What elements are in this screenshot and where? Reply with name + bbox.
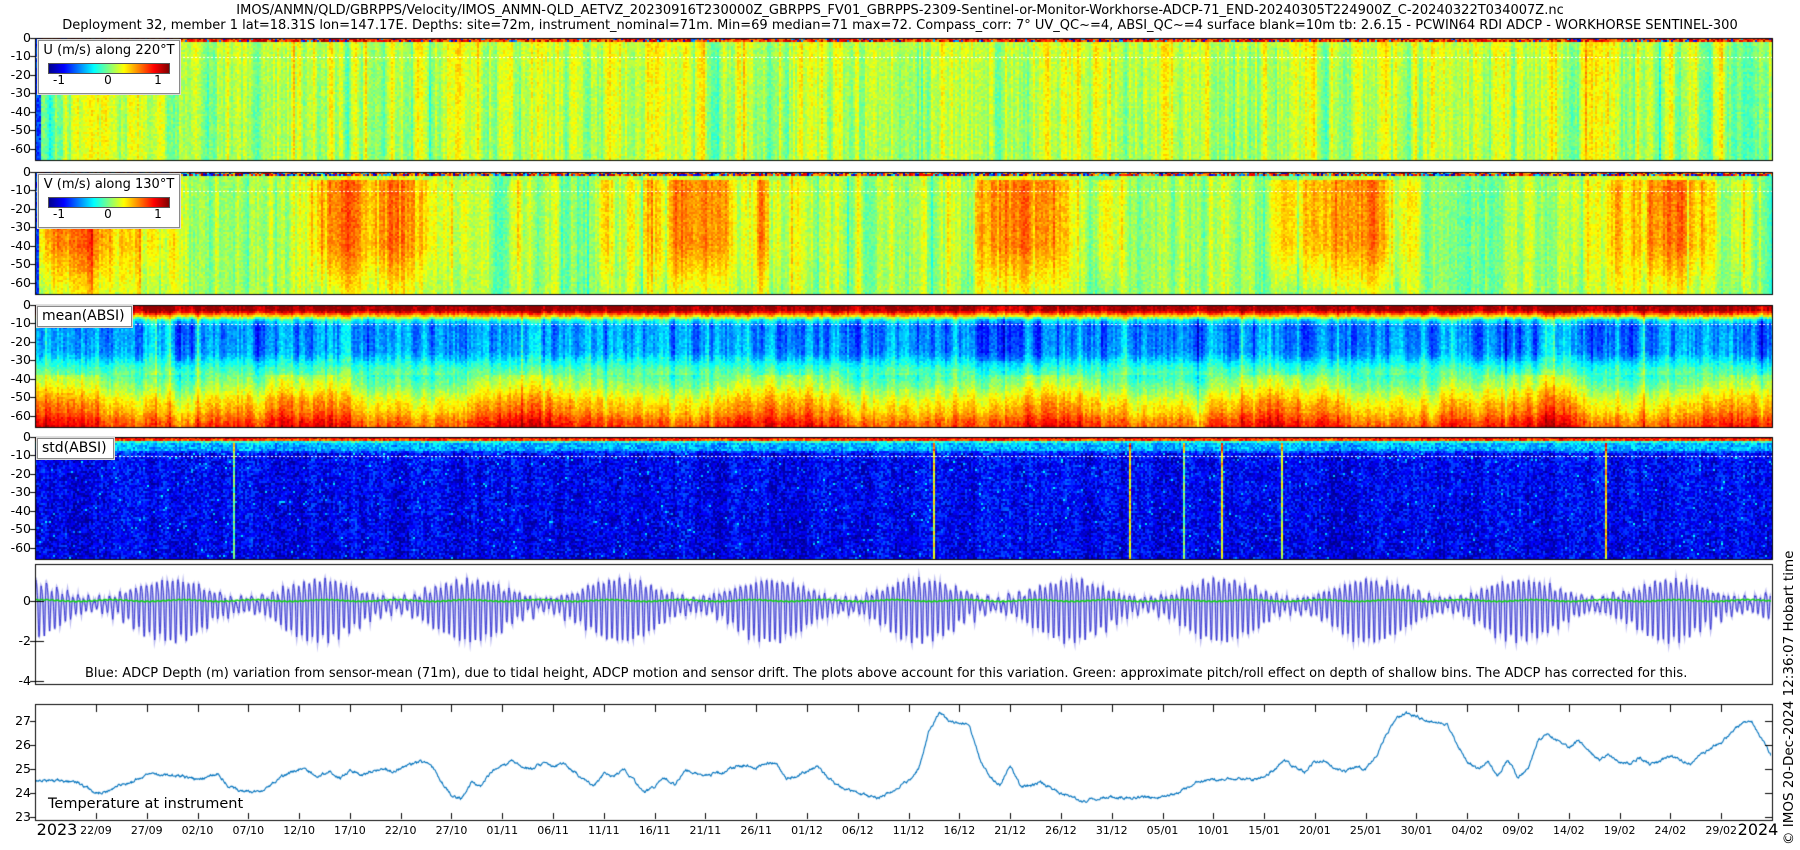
date-tick-label: 27/10	[435, 824, 468, 837]
date-tick-label: 27/09	[130, 824, 163, 837]
v-velocity-legend: V (m/s) along 130°T -1 0 1	[37, 173, 181, 229]
depth-tick-label-p3: -40	[10, 370, 31, 386]
date-tick-label: 05/01	[1146, 824, 1179, 837]
temperature-panel-label: Temperature at instrument	[48, 796, 244, 812]
figure-title-deployment-info: Deployment 32, member 1 lat=18.31S lon=1…	[62, 18, 1738, 33]
temp-tick-label: 24	[15, 784, 31, 800]
depth-tick-label-p4: -20	[10, 465, 31, 481]
figure-title-filename: IMOS/ANMN/QLD/GBRPPS/Velocity/IMOS_ANMN-…	[236, 3, 1564, 18]
depth-tick-label-p2: -30	[10, 219, 31, 235]
depth-tick-label-p1: -10	[10, 48, 31, 64]
date-tick-label: 25/01	[1349, 824, 1382, 837]
imos-watermark: © IMOS 20-Dec-2024 12:36:07 Hobart time	[1781, 550, 1797, 845]
temp-tick-label: 26	[15, 736, 31, 752]
u-colorbar-tick-neg1: -1	[53, 73, 65, 87]
depth-tick-label-p2: -50	[10, 256, 31, 272]
depth-tick-label-p3: 0	[23, 296, 31, 312]
depth-tick-label-p4: -60	[10, 539, 31, 555]
date-tick-label: 17/10	[334, 824, 366, 837]
date-tick-label: 19/02	[1603, 824, 1636, 837]
temp-tick-label: 23	[15, 808, 31, 824]
u-colorbar-tick-1: 1	[154, 73, 162, 87]
date-tick-label: 21/12	[994, 824, 1027, 837]
date-tick-label: 26/11	[740, 824, 773, 837]
depth-tick-label-p1: -20	[10, 66, 31, 82]
depth-tick-label-p1: -50	[10, 122, 31, 138]
std-absi-label: std(ABSI)	[36, 437, 115, 460]
u-legend-title: U (m/s) along 220°T	[43, 43, 175, 58]
depth-variation-annotation: Blue: ADCP Depth (m) variation from sens…	[85, 666, 1688, 681]
v-legend-title: V (m/s) along 130°T	[43, 177, 175, 192]
temp-tick-label: 25	[15, 760, 31, 776]
depth-tick-label-p4: 0	[23, 428, 31, 444]
depth-tick-label-p2: -60	[10, 274, 31, 290]
depthvar-tick-label: -4	[18, 672, 31, 688]
depth-tick-label-p1: -30	[10, 85, 31, 101]
date-tick-label: 31/12	[1095, 824, 1128, 837]
adcp-summary-figure: IMOS/ANMN/QLD/GBRPPS/Velocity/IMOS_ANMN-…	[0, 0, 1800, 850]
date-tick-label: 12/10	[283, 824, 315, 837]
date-tick-label: 24/02	[1654, 824, 1687, 837]
depthvar-tick-label: 0	[23, 592, 31, 608]
depth-tick-label-p2: -20	[10, 200, 31, 216]
date-tick-label: 11/11	[587, 824, 620, 837]
date-tick-label: 14/02	[1552, 824, 1585, 837]
depthvar-tick-label: -2	[18, 632, 31, 648]
date-tick-label: 29/02	[1705, 824, 1738, 837]
year-label-start: 2023	[36, 820, 78, 839]
depth-tick-label-p1: -40	[10, 103, 31, 119]
date-tick-label: 20/01	[1299, 824, 1331, 837]
depth-tick-label-p4: -40	[10, 502, 31, 518]
date-tick-label: 11/12	[892, 824, 925, 837]
depth-tick-label-p3: -50	[10, 389, 31, 405]
year-label-end: 2024	[1737, 820, 1779, 839]
date-tick-label: 16/12	[943, 824, 976, 837]
depth-tick-label-p2: 0	[23, 163, 31, 179]
depth-tick-label-p3: -30	[10, 352, 31, 368]
date-tick-label: 26/12	[1045, 824, 1077, 837]
date-tick-label: 07/10	[232, 824, 265, 837]
v-colorbar-tick-neg1: -1	[53, 207, 65, 221]
date-tick-label: 30/01	[1400, 824, 1433, 837]
date-tick-label: 02/10	[181, 824, 214, 837]
mean-absi-label: mean(ABSI)	[36, 305, 133, 328]
depth-tick-label-p3: -10	[10, 315, 31, 331]
date-tick-label: 22/10	[384, 824, 417, 837]
depth-tick-label-p1: -60	[10, 140, 31, 156]
v-colorbar-tick-0: 0	[104, 207, 112, 221]
plots-canvas	[0, 0, 1800, 850]
temp-tick-label: 27	[15, 712, 31, 728]
date-tick-label: 15/01	[1248, 824, 1280, 837]
v-colorbar-tick-1: 1	[154, 207, 162, 221]
depth-tick-label-p3: -20	[10, 333, 31, 349]
date-tick-label: 04/02	[1451, 824, 1484, 837]
date-tick-label: 01/11	[486, 824, 519, 837]
depth-tick-label-p2: -40	[10, 237, 31, 253]
date-tick-label: 06/12	[841, 824, 874, 837]
date-tick-label: 21/11	[689, 824, 722, 837]
date-tick-label: 16/11	[638, 824, 671, 837]
date-tick-label: 09/02	[1502, 824, 1534, 837]
depth-tick-label-p4: -10	[10, 447, 31, 463]
date-tick-label: 22/09	[80, 824, 112, 837]
depth-tick-label-p2: -10	[10, 182, 31, 198]
depth-tick-label-p4: -50	[10, 521, 31, 537]
date-tick-label: 10/01	[1197, 824, 1230, 837]
date-tick-label: 06/11	[537, 824, 569, 837]
u-colorbar-tick-0: 0	[104, 73, 112, 87]
date-tick-label: 01/12	[791, 824, 823, 837]
depth-tick-label-p4: -30	[10, 484, 31, 500]
u-velocity-legend: U (m/s) along 220°T -1 0 1	[37, 39, 181, 95]
depth-tick-label-p1: 0	[23, 29, 31, 45]
depth-tick-label-p3: -60	[10, 407, 31, 423]
